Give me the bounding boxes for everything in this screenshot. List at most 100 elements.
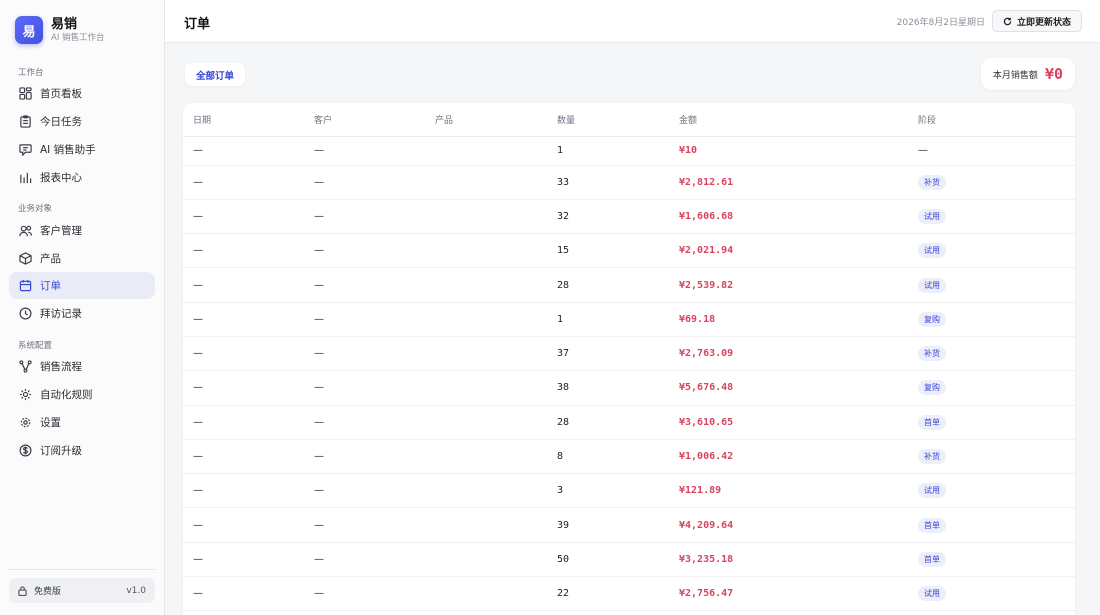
order-amount-cell: ¥10 bbox=[669, 136, 908, 166]
order-date-cell: — bbox=[183, 233, 304, 269]
plan-badge[interactable]: 免费版 v1.0 bbox=[9, 578, 155, 603]
order-amount-cell: ¥4,209.64 bbox=[669, 507, 908, 543]
sidebar-item-tasks[interactable]: 今日任务 bbox=[9, 108, 155, 135]
order-product-cell bbox=[425, 267, 547, 303]
refresh-status-button[interactable]: 立即更新状态 bbox=[991, 10, 1082, 32]
order-product-cell bbox=[425, 199, 547, 235]
table-row[interactable]: — — 50 ¥3,235.18 首单 bbox=[183, 542, 1075, 578]
all-orders-filter-button[interactable]: 全部订单 bbox=[185, 63, 246, 86]
stage-badge: 试用 bbox=[918, 277, 946, 293]
order-date-cell: — bbox=[183, 136, 304, 166]
calendar-icon bbox=[19, 279, 32, 292]
sidebar-item-label: 拜访记录 bbox=[40, 308, 82, 320]
column-header-product[interactable]: 产品 bbox=[425, 103, 547, 137]
column-header-quantity[interactable]: 数量 bbox=[547, 103, 669, 137]
automation-icon bbox=[19, 388, 32, 401]
brand-subtitle: AI 销售工作台 bbox=[51, 32, 105, 43]
column-header-amount[interactable]: 金额 bbox=[669, 103, 908, 137]
orders-table: 日期 客户 产品 数量 金额 阶段 — —1 ¥10— — —33 ¥2,812.61 补货… bbox=[183, 103, 1075, 612]
order-quantity-cell: 28 bbox=[547, 267, 669, 303]
order-stage-cell: 试用 bbox=[908, 199, 1075, 235]
order-date-cell: — bbox=[183, 405, 304, 440]
order-product-cell bbox=[425, 439, 547, 475]
order-quantity-cell: 1 bbox=[547, 136, 669, 166]
order-customer-cell: — bbox=[304, 136, 425, 166]
sidebar-item-label: 报表中心 bbox=[40, 172, 82, 184]
order-product-cell bbox=[425, 302, 547, 337]
order-amount-cell: ¥3,235.18 bbox=[669, 542, 908, 578]
brand[interactable]: 易 易销 AI 销售工作台 bbox=[15, 16, 105, 44]
table-row[interactable]: — — 1 ¥69.18 复购 bbox=[183, 302, 1075, 337]
sidebar-item-subscription[interactable]: 订阅升级 bbox=[9, 437, 155, 464]
order-date-cell: — bbox=[183, 439, 304, 475]
order-quantity-cell: 3 bbox=[547, 473, 669, 509]
sidebar-item-reports[interactable]: 报表中心 bbox=[9, 164, 155, 191]
order-stage-cell: 首单 bbox=[908, 542, 1075, 578]
order-date-cell: — bbox=[183, 473, 304, 509]
lock-icon bbox=[18, 585, 27, 596]
order-quantity-cell: 50 bbox=[547, 542, 669, 578]
sidebar-item-label: AI 销售助手 bbox=[40, 144, 96, 156]
stage-badge: 补货 bbox=[918, 449, 946, 465]
sidebar-item-settings[interactable]: 设置 bbox=[9, 409, 155, 436]
column-header-date[interactable]: 日期 bbox=[183, 103, 304, 137]
order-date-cell: — bbox=[183, 576, 304, 612]
table-row[interactable]: — — 32 ¥1,606.68 试用 bbox=[183, 199, 1075, 235]
stage-badge: 试用 bbox=[918, 586, 946, 602]
sidebar-item-label: 客户管理 bbox=[40, 225, 82, 237]
order-product-cell bbox=[425, 233, 547, 269]
sidebar-item-sales-flow[interactable]: 销售流程 bbox=[9, 353, 155, 380]
table-row[interactable]: — —1 ¥10— bbox=[183, 136, 1075, 166]
table-row[interactable]: — — 8 ¥1,006.42 补货 bbox=[183, 439, 1075, 475]
sidebar-item-automation[interactable]: 自动化规则 bbox=[9, 381, 155, 408]
order-amount-cell: ¥2,539.82 bbox=[669, 267, 908, 303]
sidebar-divider bbox=[9, 569, 155, 570]
order-product-cell bbox=[425, 336, 547, 372]
sidebar-item-visits[interactable]: 拜访记录 bbox=[9, 300, 155, 327]
order-quantity-cell: 39 bbox=[547, 507, 669, 543]
order-product-cell bbox=[425, 542, 547, 578]
refresh-label: 立即更新状态 bbox=[1016, 17, 1071, 28]
table-row[interactable]: — — 37 ¥2,763.09 补货 bbox=[183, 336, 1075, 372]
order-customer-cell: — bbox=[304, 267, 425, 303]
flow-icon bbox=[19, 360, 32, 373]
order-product-cell bbox=[425, 136, 547, 166]
sidebar-item-dashboard[interactable]: 首页看板 bbox=[9, 80, 155, 107]
top-header: 订单 2026年8月2日星期日 立即更新状态 bbox=[165, 0, 1100, 43]
table-row[interactable]: — — 39 ¥4,209.64 首单 bbox=[183, 507, 1075, 543]
sidebar-item-customers[interactable]: 客户管理 bbox=[9, 217, 155, 244]
order-amount-cell: ¥5,676.48 bbox=[669, 370, 908, 406]
table-row[interactable]: — — 28 ¥2,539.82 试用 bbox=[183, 267, 1075, 303]
column-header-stage[interactable]: 阶段 bbox=[908, 103, 1075, 137]
order-product-cell bbox=[425, 405, 547, 440]
dashboard-icon bbox=[19, 87, 32, 100]
chat-bot-icon bbox=[19, 143, 32, 156]
table-row[interactable]: — — 28 ¥3,610.65 首单 bbox=[183, 405, 1075, 440]
table-row[interactable]: — — 15 ¥2,021.94 试用 bbox=[183, 233, 1075, 269]
clock-icon bbox=[19, 307, 32, 320]
order-product-cell bbox=[425, 507, 547, 543]
table-row[interactable]: — — 22 ¥2,756.47 试用 bbox=[183, 576, 1075, 612]
table-row[interactable]: — — 33 ¥2,812.61 补货 bbox=[183, 165, 1075, 200]
order-stage-cell: 补货 bbox=[908, 439, 1075, 475]
orders-table-card: 日期 客户 产品 数量 金额 阶段 — —1 ¥10— — —33 ¥2,812.61 补货… bbox=[183, 103, 1075, 615]
sidebar-item-label: 产品 bbox=[40, 253, 61, 265]
order-date-cell: — bbox=[183, 370, 304, 406]
table-row[interactable]: — — 3 ¥121.89 试用 bbox=[183, 473, 1075, 509]
plan-label: 免费版 bbox=[34, 587, 62, 597]
sidebar-item-products[interactable]: 产品 bbox=[9, 245, 155, 272]
stage-badge: 复购 bbox=[918, 380, 946, 396]
monthly-sales-value: ¥0 bbox=[1044, 65, 1063, 83]
order-amount-cell: ¥69.18 bbox=[669, 302, 908, 337]
order-stage-cell: 复购 bbox=[908, 370, 1075, 406]
order-stage-cell: 首单 bbox=[908, 405, 1075, 440]
gear-icon bbox=[19, 416, 32, 429]
column-header-customer[interactable]: 客户 bbox=[304, 103, 425, 137]
monthly-sales-label: 本月销售额 bbox=[992, 70, 1038, 81]
sidebar-item-ai-assistant[interactable]: AI 销售助手 bbox=[9, 136, 155, 163]
order-amount-cell: ¥1,006.42 bbox=[669, 439, 908, 475]
sidebar-item-orders[interactable]: 订单 bbox=[9, 272, 155, 299]
order-amount-cell: ¥1,606.68 bbox=[669, 199, 908, 235]
table-row[interactable]: — — 38 ¥5,676.48 复购 bbox=[183, 370, 1075, 406]
order-customer-cell: — bbox=[304, 233, 425, 269]
